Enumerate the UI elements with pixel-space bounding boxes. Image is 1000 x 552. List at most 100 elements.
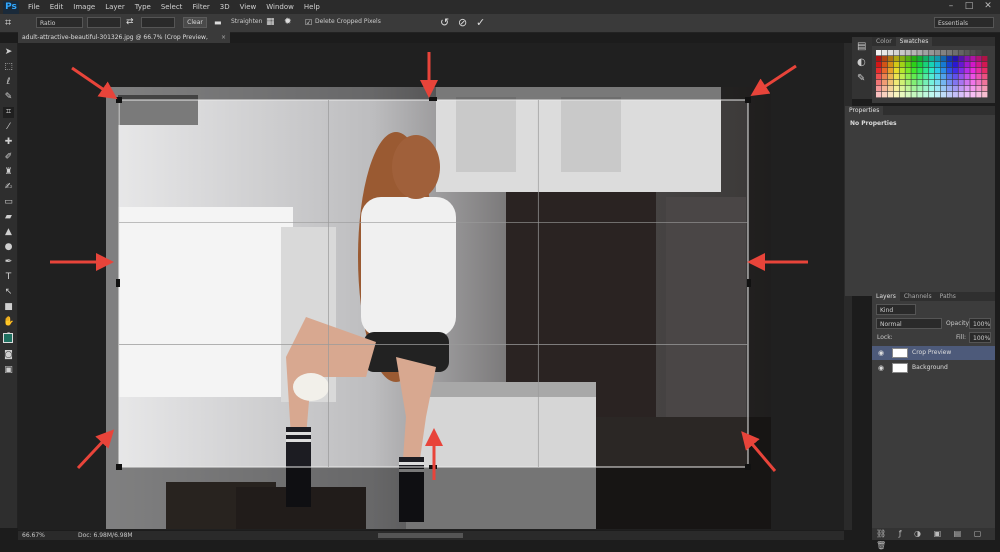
eraser-tool-icon[interactable]: ▭ <box>3 197 14 208</box>
swatch-cell[interactable] <box>976 86 982 92</box>
swatch-cell[interactable] <box>958 56 964 62</box>
swatch-cell[interactable] <box>899 50 905 56</box>
swatch-cell[interactable] <box>982 74 988 80</box>
swatch-cell[interactable] <box>905 50 911 56</box>
menu-3d[interactable]: 3D <box>215 3 235 11</box>
tab-layers[interactable]: Layers <box>872 292 900 301</box>
swatch-cell[interactable] <box>982 68 988 74</box>
swatch-cell[interactable] <box>881 50 888 56</box>
swatch-cell[interactable] <box>976 62 982 68</box>
swap-icon[interactable]: ⇄ <box>126 16 134 29</box>
swatch-cell[interactable] <box>881 56 888 62</box>
swatch-cell[interactable] <box>952 62 958 68</box>
swatch-cell[interactable] <box>946 50 953 56</box>
horizontal-scrollbar[interactable] <box>378 533 463 538</box>
history-brush-tool-icon[interactable]: ✍ <box>3 182 14 193</box>
layer-row[interactable]: ◉ Background <box>872 361 995 375</box>
swatch-cell[interactable] <box>940 74 947 80</box>
menu-help[interactable]: Help <box>299 3 325 11</box>
adjustments-panel-icon[interactable]: ◐ <box>857 57 866 68</box>
swatch-cell[interactable] <box>923 62 929 68</box>
lasso-tool-icon[interactable]: ℓ <box>3 77 14 88</box>
rectangle-tool-icon[interactable]: ■ <box>3 302 14 313</box>
swatch-cell[interactable] <box>899 86 905 92</box>
swatch-cell[interactable] <box>929 74 935 80</box>
straighten-icon[interactable]: ▬ <box>214 16 222 29</box>
swatch-cell[interactable] <box>881 92 888 98</box>
document-tab[interactable]: adult-attractive-beautiful-301326.jpg @ … <box>18 32 230 52</box>
quick-mask-icon[interactable]: ◙ <box>3 350 14 361</box>
tab-swatches[interactable]: Swatches <box>895 37 933 46</box>
swatch-cell[interactable] <box>934 92 941 98</box>
visibility-eye-icon[interactable]: ◉ <box>878 346 884 360</box>
gradient-tool-icon[interactable]: ▰ <box>3 212 14 223</box>
swatch-cell[interactable] <box>905 92 911 98</box>
swatch-cell[interactable] <box>952 86 958 92</box>
swatch-cell[interactable] <box>876 56 882 62</box>
menu-view[interactable]: View <box>235 3 262 11</box>
swatch-cell[interactable] <box>958 50 964 56</box>
visibility-eye-icon[interactable]: ◉ <box>878 361 884 375</box>
ratio-height-input[interactable] <box>141 17 175 28</box>
swatch-cell[interactable] <box>976 68 982 74</box>
opacity-input[interactable]: 100% <box>969 318 991 329</box>
swatch-cell[interactable] <box>929 86 935 92</box>
swatch-cell[interactable] <box>952 68 958 74</box>
swatch-cell[interactable] <box>887 62 894 68</box>
swatch-cell[interactable] <box>905 68 911 74</box>
kind-filter[interactable]: Kind <box>876 304 916 315</box>
zoom-level[interactable]: 66.67% <box>22 531 45 540</box>
swatch-cell[interactable] <box>899 68 905 74</box>
swatch-cell[interactable] <box>970 62 976 68</box>
swatch-cell[interactable] <box>899 74 905 80</box>
swatch-cell[interactable] <box>893 86 899 92</box>
swatch-cell[interactable] <box>899 80 905 86</box>
quick-select-tool-icon[interactable]: ✎ <box>3 92 14 103</box>
history-panel-icon[interactable]: ▤ <box>857 41 866 52</box>
swatch-cell[interactable] <box>940 62 947 68</box>
swatch-cell[interactable] <box>923 68 929 74</box>
swatch-cell[interactable] <box>923 86 929 92</box>
swatch-cell[interactable] <box>982 86 988 92</box>
commit-icon[interactable]: ✓ <box>476 16 485 29</box>
swatch-cell[interactable] <box>929 50 935 56</box>
swatch-cell[interactable] <box>899 62 905 68</box>
swatch-cell[interactable] <box>887 92 894 98</box>
swatch-cell[interactable] <box>970 56 976 62</box>
canvas-area[interactable] <box>18 43 844 530</box>
tab-paths[interactable]: Paths <box>936 292 960 301</box>
swatch-cell[interactable] <box>970 86 976 92</box>
swatch-cell[interactable] <box>911 74 917 80</box>
swatch-cell[interactable] <box>964 92 970 98</box>
swatch-cell[interactable] <box>917 50 923 56</box>
swatch-cell[interactable] <box>982 56 988 62</box>
swatch-cell[interactable] <box>929 92 935 98</box>
swatch-cell[interactable] <box>899 56 905 62</box>
swatch-cell[interactable] <box>893 80 899 86</box>
swatch-cell[interactable] <box>917 74 923 80</box>
swatch-cell[interactable] <box>923 74 929 80</box>
swatch-cell[interactable] <box>923 80 929 86</box>
swatch-cell[interactable] <box>905 56 911 62</box>
swatch-cell[interactable] <box>946 74 953 80</box>
swatch-cell[interactable] <box>917 68 923 74</box>
swatch-cell[interactable] <box>911 50 917 56</box>
grid-overlay-icon[interactable]: ▦ <box>266 16 275 29</box>
swatch-cell[interactable] <box>952 80 958 86</box>
swatch-cell[interactable] <box>917 92 923 98</box>
swatch-cell[interactable] <box>905 74 911 80</box>
swatch-cell[interactable] <box>940 86 947 92</box>
pen-tool-icon[interactable]: ✒ <box>3 257 14 268</box>
swatch-cell[interactable] <box>952 92 958 98</box>
swatch-cell[interactable] <box>929 56 935 62</box>
swatch-cell[interactable] <box>893 74 899 80</box>
swatch-cell[interactable] <box>893 50 899 56</box>
menu-edit[interactable]: Edit <box>45 3 69 11</box>
swatch-cell[interactable] <box>946 62 953 68</box>
healing-brush-tool-icon[interactable]: ✚ <box>3 137 14 148</box>
swatch-cell[interactable] <box>946 56 953 62</box>
swatch-cell[interactable] <box>917 56 923 62</box>
close-icon[interactable]: × <box>221 32 226 43</box>
swatch-cell[interactable] <box>976 74 982 80</box>
swatch-cell[interactable] <box>940 92 947 98</box>
